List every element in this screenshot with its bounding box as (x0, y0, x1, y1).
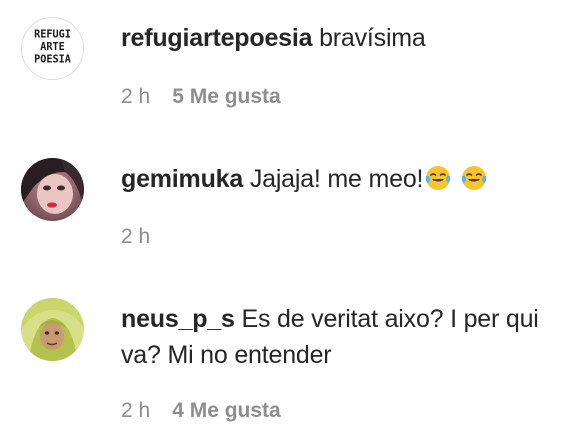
tears-of-joy-emoji (425, 165, 451, 191)
comment-meta: 2 h 5 Me gusta (121, 85, 281, 109)
comment-time[interactable]: 2 h (121, 85, 150, 108)
svg-text:ARTE: ARTE (40, 42, 64, 53)
comment-likes[interactable]: 5 Me gusta (172, 85, 281, 108)
comment-body: gemimuka Jajaja! me meo! (121, 161, 577, 197)
avatar[interactable] (21, 298, 84, 361)
comments-list: REFUGI ARTE POESIA refugiartepoesia brav… (0, 0, 584, 436)
comment-body: refugiartepoesia bravísima (121, 20, 577, 56)
tears-of-joy-emoji (461, 165, 487, 191)
comment-meta: 2 h 4 Me gusta (121, 399, 281, 423)
comment-text: bravísima (319, 24, 426, 52)
comment-username[interactable]: neus_p_s (121, 305, 235, 333)
svg-text:POESIA: POESIA (34, 55, 71, 66)
avatar[interactable] (21, 158, 84, 221)
comment-likes[interactable]: 4 Me gusta (172, 399, 281, 422)
comment-item: REFUGI ARTE POESIA refugiartepoesia brav… (0, 0, 584, 120)
comment-time[interactable]: 2 h (121, 225, 150, 248)
comment-body: neus_p_s Es de veritat aixo? I per qui v… (121, 301, 577, 373)
refugiartepoesia-logo: REFUGI ARTE POESIA (22, 18, 83, 79)
avatar-photo (21, 158, 84, 221)
svg-text:REFUGI: REFUGI (34, 29, 71, 40)
avatar-photo (21, 298, 84, 361)
comment-meta: 2 h (121, 225, 172, 249)
comment-time[interactable]: 2 h (121, 399, 150, 422)
comment-username[interactable]: refugiartepoesia (121, 24, 313, 52)
comment-text: Jajaja! me meo! (249, 165, 424, 193)
comment-item: gemimuka Jajaja! me meo! 2 h (0, 140, 584, 270)
avatar[interactable]: REFUGI ARTE POESIA (21, 17, 84, 80)
comment-username[interactable]: gemimuka (121, 165, 243, 193)
comment-item: neus_p_s Es de veritat aixo? I per qui v… (0, 280, 584, 436)
